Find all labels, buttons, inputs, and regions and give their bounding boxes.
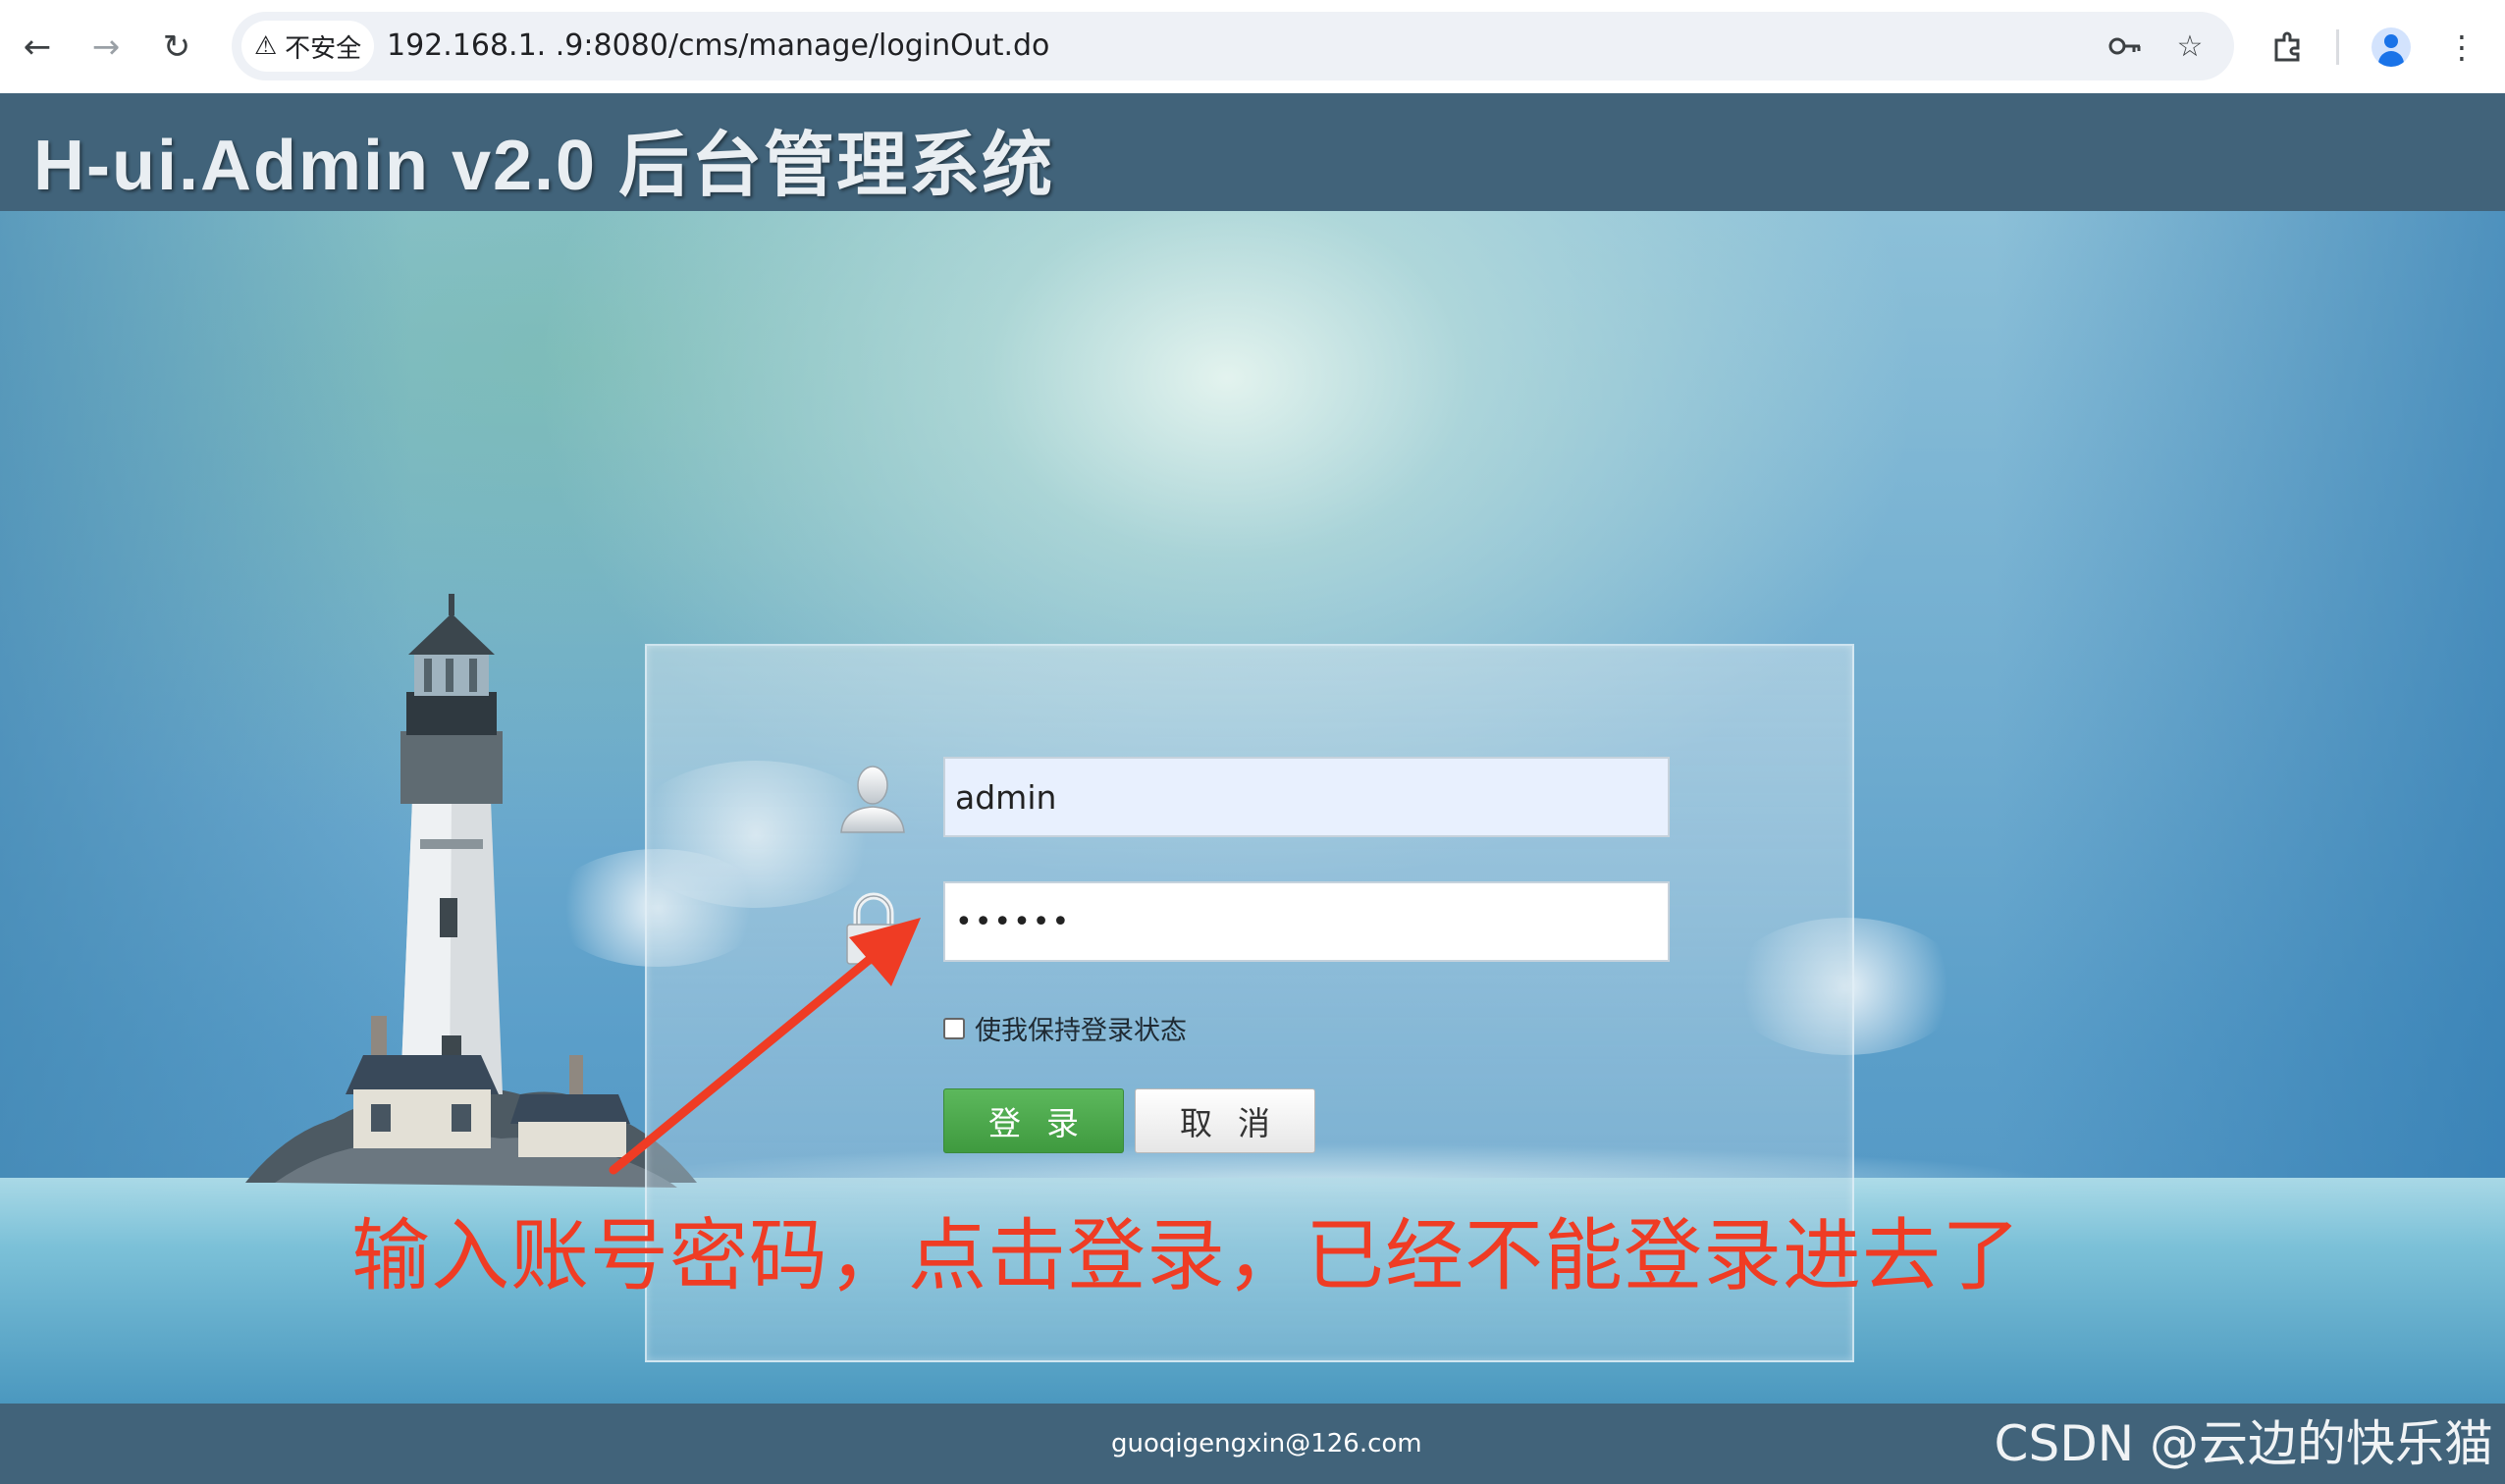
kebab-menu-icon[interactable]: ⋮ — [2434, 20, 2489, 75]
address-bar[interactable]: ⚠ 不安全 192.168.1. .9:8080/cms/manage/logi… — [232, 12, 2234, 80]
toolbar-divider — [2336, 29, 2339, 65]
annotation-text: 输入账号密码，点击登录，已经不能登录进去了 — [351, 1210, 2021, 1301]
bookmark-star-icon[interactable]: ☆ — [2165, 22, 2214, 71]
lock-icon — [839, 889, 918, 968]
back-arrow-icon[interactable]: ← — [10, 20, 65, 75]
remember-label: 使我保持登录状态 — [975, 1016, 1187, 1046]
url-text[interactable]: 192.168.1. .9:8080/cms/manage/loginOut.d… — [387, 12, 1049, 80]
login-background: 使我保持登录状态 登录 取消 输入账号密码，点击登录，已经不能登录进去了 — [0, 211, 2505, 1404]
cancel-button[interactable]: 取消 — [1135, 1088, 1315, 1153]
reload-icon[interactable]: ↻ — [149, 20, 204, 75]
profile-icon[interactable] — [2364, 20, 2419, 75]
key-icon[interactable] — [2101, 22, 2150, 71]
extensions-icon[interactable] — [2260, 20, 2315, 75]
security-label: 不安全 — [285, 33, 362, 64]
lighthouse-image — [245, 594, 697, 1188]
forward-arrow-icon[interactable]: → — [79, 20, 133, 75]
security-chip[interactable]: ⚠ 不安全 — [241, 21, 374, 72]
username-input[interactable] — [943, 757, 1670, 837]
login-button[interactable]: 登录 — [943, 1088, 1124, 1153]
footer: guoqigengxin@126.com CSDN @云边的快乐猫 — [0, 1404, 2505, 1484]
watermark: CSDN @云边的快乐猫 — [1994, 1415, 2493, 1472]
app-title: H-ui.Admin v2.0 后台管理系统 — [33, 127, 1055, 205]
remember-me[interactable]: 使我保持登录状态 — [943, 1009, 1187, 1047]
browser-toolbar: ← → ↻ ⚠ 不安全 192.168.1. .9:8080/cms/manag… — [0, 0, 2505, 94]
app-header: H-ui.Admin v2.0 后台管理系统 — [0, 93, 2505, 211]
user-icon — [833, 762, 912, 840]
remember-checkbox[interactable] — [943, 1017, 965, 1039]
footer-email: guoqigengxin@126.com — [1111, 1429, 1422, 1458]
password-input[interactable] — [943, 881, 1670, 962]
warning-icon: ⚠ — [253, 31, 278, 61]
